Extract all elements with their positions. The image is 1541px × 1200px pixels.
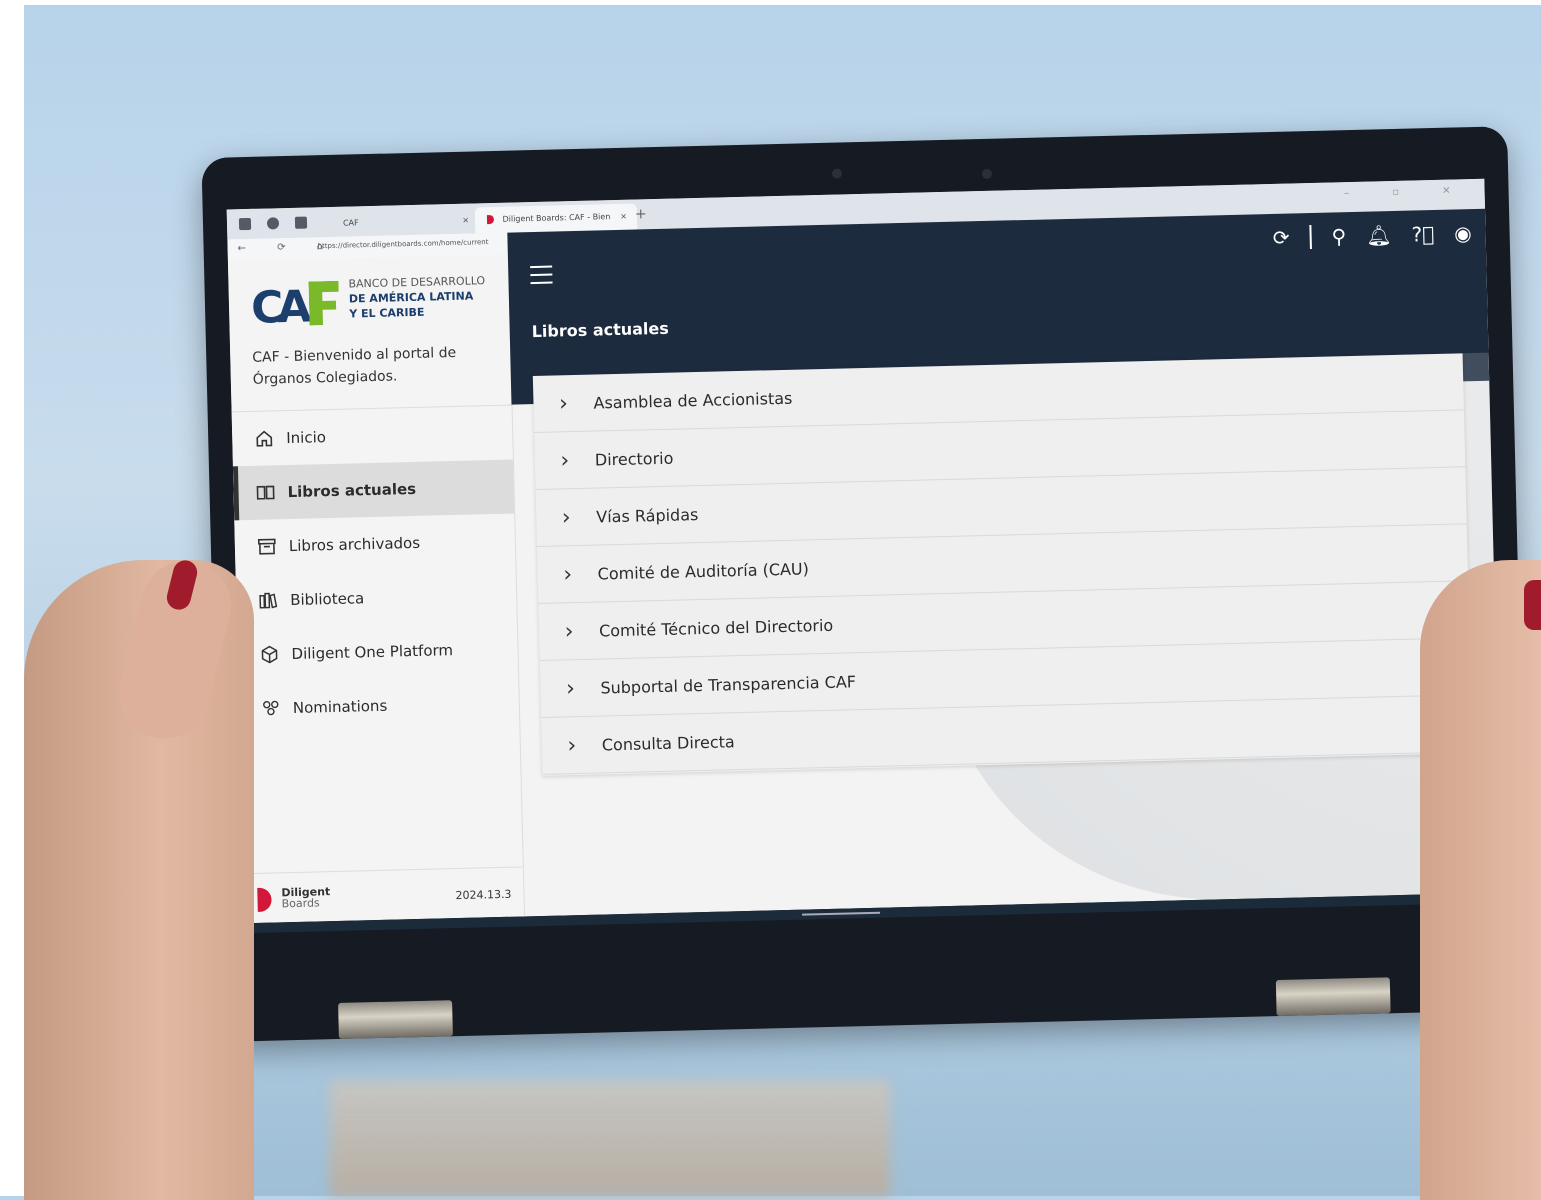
header-toolbar: ⟳ ⚲ 🔔︎ ?⃝ ◉ — [1272, 221, 1471, 250]
cube-icon — [259, 644, 279, 664]
bank-name: BANCO DE DESARROLLO DE AMÉRICA LATINA Y … — [348, 273, 486, 321]
bank-name-line: Y EL CARIBE — [349, 305, 425, 321]
book-title: Consulta Directa — [601, 731, 735, 754]
sidebar-item-label: Libros actuales — [287, 479, 417, 502]
home-icon — [254, 428, 274, 448]
chevron-right-icon: › — [558, 390, 569, 416]
user-icon[interactable]: ◉ — [1454, 221, 1472, 245]
sidebar-item-libros-actuales[interactable]: Libros actuales — [232, 459, 515, 521]
tablet-device: CAF × Diligent Boards: CAF - Bien × + – … — [201, 126, 1529, 1042]
tab-title: CAF — [342, 218, 359, 228]
book-title: Asamblea de Accionistas — [593, 388, 793, 413]
book-title: Comité de Auditoría (CAU) — [597, 558, 810, 584]
right-hand — [1420, 560, 1541, 1200]
brand-line: Boards — [281, 896, 320, 911]
chevron-right-icon: › — [564, 618, 574, 644]
camera-dot — [831, 168, 843, 179]
tab-actions-icon[interactable] — [294, 216, 308, 229]
sidebar-item-label: Diligent One Platform — [291, 641, 454, 664]
hinge-left — [338, 1000, 453, 1039]
sidebar-item-libros-archivados[interactable]: Libros archivados — [234, 514, 515, 575]
tab-title: Diligent Boards: CAF - Bien — [502, 212, 611, 224]
people-icon — [261, 698, 281, 718]
sidebar-item-biblioteca[interactable]: Biblioteca — [236, 568, 517, 629]
camera-dot — [981, 168, 993, 180]
chevron-right-icon: › — [567, 732, 577, 758]
sidebar-item-diligent-one[interactable]: Diligent One Platform — [237, 622, 518, 683]
book-title: Subportal de Transparencia CAF — [600, 671, 857, 697]
diligent-favicon-icon — [486, 214, 495, 225]
book-title: Directorio — [594, 448, 674, 470]
version-label: 2024.13.3 — [455, 887, 512, 903]
chevron-right-icon: › — [561, 504, 571, 530]
close-icon[interactable]: × — [462, 208, 469, 234]
hamburger-menu-icon[interactable] — [530, 265, 553, 291]
new-tab-button[interactable]: + — [635, 203, 647, 225]
tablet-screen: CAF × Diligent Boards: CAF - Bien × + – … — [226, 178, 1502, 924]
right-nail — [1524, 580, 1541, 630]
close-icon[interactable]: × — [620, 204, 627, 230]
sidebar-menu: Inicio Libros actuales Libros archivados… — [231, 404, 520, 737]
sidebar: CA BANCO DE DESARROLLO DE AMÉRICA LATINA… — [227, 254, 526, 924]
chevron-right-icon: › — [562, 561, 573, 587]
divider — [1309, 224, 1312, 250]
url-field[interactable]: https://director.diligentboards.com/home… — [317, 238, 488, 250]
sync-icon[interactable]: ⟳ — [1272, 226, 1289, 250]
sidebar-item-label: Inicio — [286, 428, 327, 448]
search-icon[interactable]: ⚲ — [1331, 224, 1346, 248]
browser-tab-inactive[interactable]: CAF × — [331, 207, 480, 237]
books-list: › Asamblea de Accionistas › Directorio › Ví… — [532, 353, 1473, 776]
workspaces-icon[interactable] — [266, 217, 280, 230]
sidebar-item-label: Nominations — [292, 696, 388, 718]
sidebar-footer: Diligent Boards 2024.13.3 — [242, 866, 525, 924]
welcome-text: CAF - Bienvenido al portal de Órganos Co… — [252, 344, 457, 388]
chevron-right-icon: › — [565, 675, 576, 701]
bell-icon[interactable]: 🔔︎ — [1366, 223, 1392, 248]
help-icon[interactable]: ?⃝ — [1411, 222, 1434, 247]
book-title: Vías Rápidas — [596, 504, 699, 527]
diligent-logo-icon — [257, 887, 272, 912]
photo-border-left — [0, 0, 24, 1196]
browser-tab-active[interactable]: Diligent Boards: CAF - Bien × — [474, 203, 638, 234]
window-controls[interactable]: – ▫ ✕ — [1344, 185, 1471, 199]
hinge-right — [1275, 977, 1391, 1017]
book-icon — [255, 482, 275, 502]
page-title: Libros actuales — [531, 318, 670, 342]
sidebar-item-label: Biblioteca — [290, 589, 365, 610]
library-icon — [258, 590, 278, 610]
photo-border-top — [0, 0, 1541, 5]
profile-icon[interactable] — [238, 217, 252, 231]
caf-logo: CA — [250, 277, 341, 334]
diligent-brand: Diligent Boards — [281, 885, 330, 911]
archive-icon — [257, 536, 277, 556]
book-title: Comité Técnico del Directorio — [598, 615, 834, 641]
chevron-right-icon: › — [560, 447, 570, 473]
sidebar-item-label: Libros archivados — [288, 533, 421, 556]
sidebar-item-nominations[interactable]: Nominations — [238, 676, 519, 737]
sidebar-item-inicio[interactable]: Inicio — [232, 406, 513, 467]
blurred-building — [330, 1080, 890, 1196]
